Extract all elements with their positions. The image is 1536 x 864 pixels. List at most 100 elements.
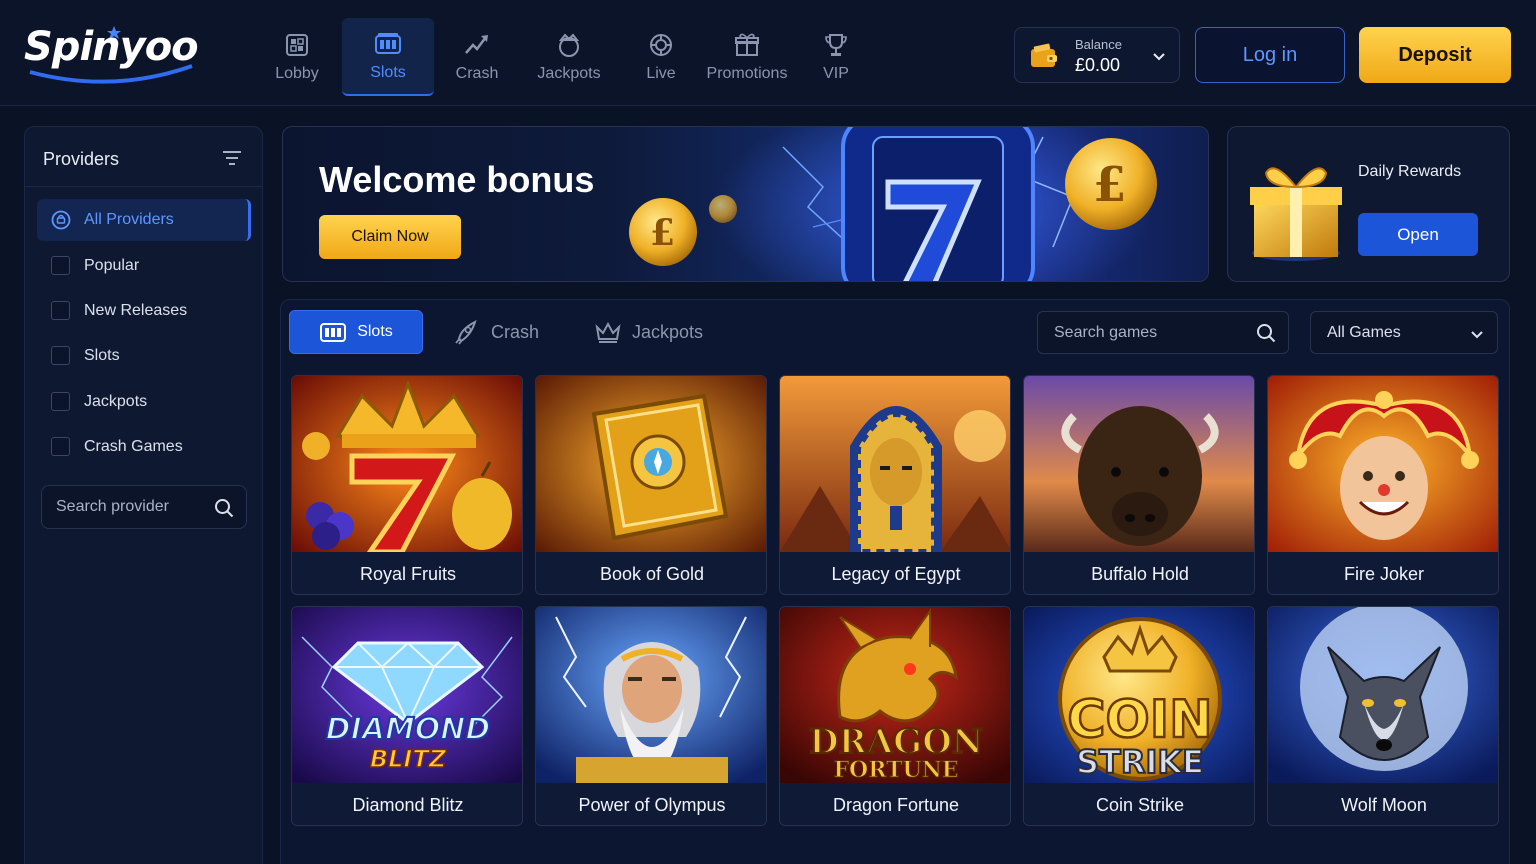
providers-header: Providers xyxy=(25,127,262,187)
game-category-select[interactable]: All Games xyxy=(1310,311,1498,354)
nav-crash[interactable]: Crash xyxy=(434,18,520,96)
trophy-icon xyxy=(825,34,847,56)
nav-live-label: Live xyxy=(646,65,676,82)
game-title: Power of Olympus xyxy=(536,783,766,825)
game-card-power-of-olympus[interactable]: Power of Olympus xyxy=(535,606,767,826)
game-search-input[interactable] xyxy=(1054,322,1244,344)
diamond-blitz-title-art: DIAMOND xyxy=(326,712,491,747)
tab-crash-label: Crash xyxy=(491,321,540,342)
tab-slots[interactable]: Slots xyxy=(289,310,423,354)
provider-label: Popular xyxy=(84,257,140,274)
provider-label: New Releases xyxy=(84,302,188,319)
nav-live[interactable]: Live xyxy=(618,18,704,96)
checkbox[interactable] xyxy=(51,256,70,275)
welcome-bonus-banner: £ £ Welcome bonus Claim Now xyxy=(282,126,1209,282)
nav-promotions-label: Promotions xyxy=(706,65,788,82)
spinyoo-logo[interactable]: Spinyoo xyxy=(22,22,202,86)
logo-wordmark: Spinyoo xyxy=(24,24,199,70)
checkbox[interactable] xyxy=(51,392,70,411)
game-card-royal-fruits[interactable]: Royal Fruits xyxy=(291,375,523,595)
provider-search-input[interactable] xyxy=(56,496,206,518)
game-title: Wolf Moon xyxy=(1268,783,1498,825)
all-providers-icon xyxy=(51,210,71,230)
game-card-wolf-moon[interactable]: Wolf Moon xyxy=(1267,606,1499,826)
provider-new-releases[interactable]: New Releases xyxy=(51,299,251,323)
balance-value: £0.00 xyxy=(1075,55,1121,75)
slot-machine-icon xyxy=(320,323,347,342)
login-button[interactable]: Log in xyxy=(1195,27,1345,83)
chevron-down-icon xyxy=(1153,53,1165,61)
balance-label: Balance xyxy=(1075,37,1122,52)
tab-slots-label: Slots xyxy=(357,323,393,340)
slot-machine-icon xyxy=(375,33,401,54)
claim-now-button[interactable]: Claim Now xyxy=(319,215,461,259)
dragon-fortune-subtitle-art: FORTUNE xyxy=(833,757,958,783)
game-title: Dragon Fortune xyxy=(780,783,1010,825)
daily-rewards-card: Daily Rewards Open xyxy=(1227,126,1510,282)
search-icon[interactable] xyxy=(1256,323,1276,343)
search-icon[interactable] xyxy=(214,498,234,518)
coin-strike-title-art: COIN xyxy=(1067,690,1212,750)
game-title: Fire Joker xyxy=(1268,552,1498,594)
provider-jackpots[interactable]: Jackpots xyxy=(51,390,251,414)
provider-label: Jackpots xyxy=(84,393,148,410)
chevron-down-icon xyxy=(1471,331,1483,339)
game-title: Coin Strike xyxy=(1024,783,1254,825)
diamond-blitz-artwork: DIAMOND BLITZ xyxy=(292,607,522,783)
game-card-dragon-fortune[interactable]: DRAGON FORTUNE Dragon Fortune xyxy=(779,606,1011,826)
provider-crash-games[interactable]: Crash Games xyxy=(51,435,251,459)
checkbox[interactable] xyxy=(51,346,70,365)
jackpot-icon xyxy=(558,33,580,57)
nav-jackpots-label: Jackpots xyxy=(537,65,601,82)
game-card-fire-joker[interactable]: Fire Joker xyxy=(1267,375,1499,595)
game-card-buffalo-hold[interactable]: Buffalo Hold xyxy=(1023,375,1255,595)
game-card-legacy-of-egypt[interactable]: Legacy of Egypt xyxy=(779,375,1011,595)
dragon-fortune-title-art: DRAGON xyxy=(809,722,983,762)
game-title: Book of Gold xyxy=(536,552,766,594)
daily-rewards-label: Daily Rewards xyxy=(1358,163,1462,180)
fire-joker-artwork xyxy=(1268,376,1498,552)
nav-promotions[interactable]: Promotions xyxy=(704,18,790,96)
game-card-coin-strike[interactable]: COIN STRIKE Coin Strike xyxy=(1023,606,1255,826)
book-of-gold-artwork xyxy=(536,376,766,552)
provider-popular[interactable]: Popular xyxy=(51,254,251,278)
provider-slots[interactable]: Slots xyxy=(51,344,251,368)
game-card-book-of-gold[interactable]: Book of Gold xyxy=(535,375,767,595)
nav-slots-label: Slots xyxy=(370,64,406,81)
game-title: Diamond Blitz xyxy=(292,783,522,825)
checkbox[interactable] xyxy=(51,301,70,320)
gift-icon xyxy=(735,33,759,56)
nav-lobby[interactable]: Lobby xyxy=(252,18,342,96)
provider-label: Slots xyxy=(84,347,120,364)
tab-jackpots-label: Jackpots xyxy=(632,321,704,342)
main-nav: Lobby Slots Crash Jackpots Live Promotio… xyxy=(252,18,882,98)
top-header: Spinyoo Lobby Slots Crash Jackpots Live … xyxy=(0,0,1536,106)
slot-seven-artwork: £ £ xyxy=(629,127,1157,281)
balance-dropdown[interactable]: Balance £0.00 xyxy=(1014,27,1180,83)
provider-label: Crash Games xyxy=(84,438,183,455)
game-card-diamond-blitz[interactable]: DIAMOND BLITZ Diamond Blitz xyxy=(291,606,523,826)
providers-title: Providers xyxy=(43,149,120,169)
lobby-icon xyxy=(286,34,308,56)
nav-vip[interactable]: VIP xyxy=(790,18,882,96)
checkbox[interactable] xyxy=(51,437,70,456)
tab-crash[interactable]: Crash xyxy=(453,310,539,354)
provider-search xyxy=(41,485,247,529)
deposit-button[interactable]: Deposit xyxy=(1359,27,1511,83)
dragon-fortune-artwork: DRAGON FORTUNE xyxy=(780,607,1010,783)
coin-strike-subtitle-art: STRIKE xyxy=(1076,743,1204,781)
game-title: Legacy of Egypt xyxy=(780,552,1010,594)
wallet-icon xyxy=(1031,43,1057,67)
open-rewards-button[interactable]: Open xyxy=(1358,213,1478,256)
nav-slots[interactable]: Slots xyxy=(342,18,434,96)
buffalo-hold-artwork xyxy=(1024,376,1254,552)
filter-icon[interactable] xyxy=(222,149,242,167)
svg-text:£: £ xyxy=(650,212,675,254)
tab-jackpots[interactable]: Jackpots xyxy=(594,310,703,354)
legacy-of-egypt-artwork xyxy=(780,376,1010,552)
crash-chart-icon xyxy=(465,35,488,54)
svg-text:£: £ xyxy=(1093,157,1126,213)
game-title: Royal Fruits xyxy=(292,552,522,594)
nav-jackpots[interactable]: Jackpots xyxy=(520,18,618,96)
provider-all[interactable]: All Providers xyxy=(37,199,251,241)
